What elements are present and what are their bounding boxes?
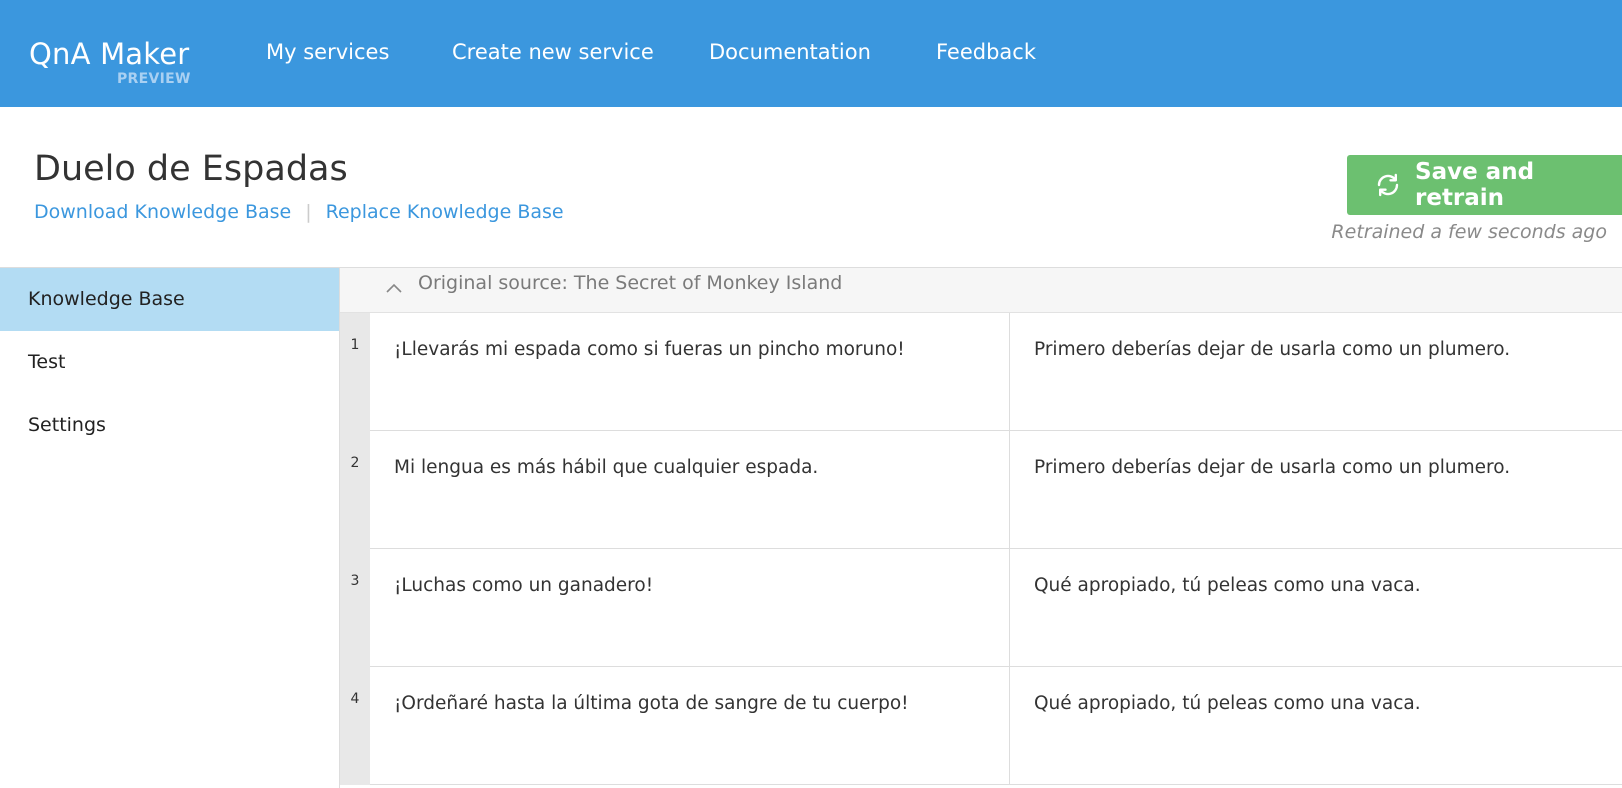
row-number: 1	[340, 313, 370, 431]
sidebar-item-settings[interactable]: Settings	[0, 394, 339, 457]
link-separator: |	[305, 201, 312, 223]
sidebar-item-knowledge-base[interactable]: Knowledge Base	[0, 268, 339, 331]
kb-table: Original source: The Secret of Monkey Is…	[339, 268, 1622, 788]
row-number: 4	[340, 667, 370, 785]
answer-cell[interactable]: Primero deberías dejar de usarla como un…	[1010, 313, 1622, 431]
question-cell[interactable]: ¡Ordeñaré hasta la última gota de sangre…	[370, 667, 1010, 785]
retrain-status: Retrained a few seconds ago	[1331, 221, 1607, 243]
nav-create-new-service[interactable]: Create new service	[452, 38, 654, 66]
preview-badge: PREVIEW	[117, 71, 191, 87]
kb-actions: Download Knowledge Base | Replace Knowledg…	[34, 199, 564, 225]
table-row: 4 ¡Ordeñaré hasta la última gota de sang…	[340, 667, 1622, 785]
question-cell[interactable]: Mi lengua es más hábil que cualquier esp…	[370, 431, 1010, 549]
download-kb-link[interactable]: Download Knowledge Base	[34, 201, 291, 223]
question-cell[interactable]: ¡Luchas como un ganadero!	[370, 549, 1010, 667]
app-name: QnA Maker	[29, 37, 190, 71]
answer-cell[interactable]: Qué apropiado, tú peleas como una vaca.	[1010, 549, 1622, 667]
nav-documentation[interactable]: Documentation	[709, 38, 871, 66]
app-logo[interactable]: QnA Maker PREVIEW	[29, 36, 190, 87]
answer-cell[interactable]: Qué apropiado, tú peleas como una vaca.	[1010, 667, 1622, 785]
sidebar-item-test[interactable]: Test	[0, 331, 339, 394]
chevron-up-icon[interactable]	[386, 278, 402, 297]
nav-my-services[interactable]: My services	[266, 38, 389, 66]
refresh-icon	[1375, 172, 1415, 198]
save-and-retrain-button[interactable]: Save and retrain	[1347, 155, 1622, 215]
nav-feedback[interactable]: Feedback	[936, 38, 1036, 66]
question-cell[interactable]: ¡Llevarás mi espada como si fueras un pi…	[370, 313, 1010, 431]
answer-cell[interactable]: Primero deberías dejar de usarla como un…	[1010, 431, 1622, 549]
page-title: Duelo de Espadas	[34, 149, 348, 189]
source-label: Original source: The Secret of Monkey Is…	[418, 272, 843, 294]
source-header: Original source: The Secret of Monkey Is…	[340, 268, 1622, 313]
row-number: 3	[340, 549, 370, 667]
table-row: 2 Mi lengua es más hábil que cualquier e…	[340, 431, 1622, 549]
sidebar: Knowledge Base Test Settings	[0, 268, 339, 788]
table-row: 3 ¡Luchas como un ganadero! Qué apropiad…	[340, 549, 1622, 667]
row-number: 2	[340, 431, 370, 549]
replace-kb-link[interactable]: Replace Knowledge Base	[326, 201, 564, 223]
top-nav-bar: QnA Maker PREVIEW My services Create new…	[0, 0, 1622, 107]
save-button-label: Save and retrain	[1415, 159, 1535, 211]
table-row: 1 ¡Llevarás mi espada como si fueras un …	[340, 313, 1622, 431]
